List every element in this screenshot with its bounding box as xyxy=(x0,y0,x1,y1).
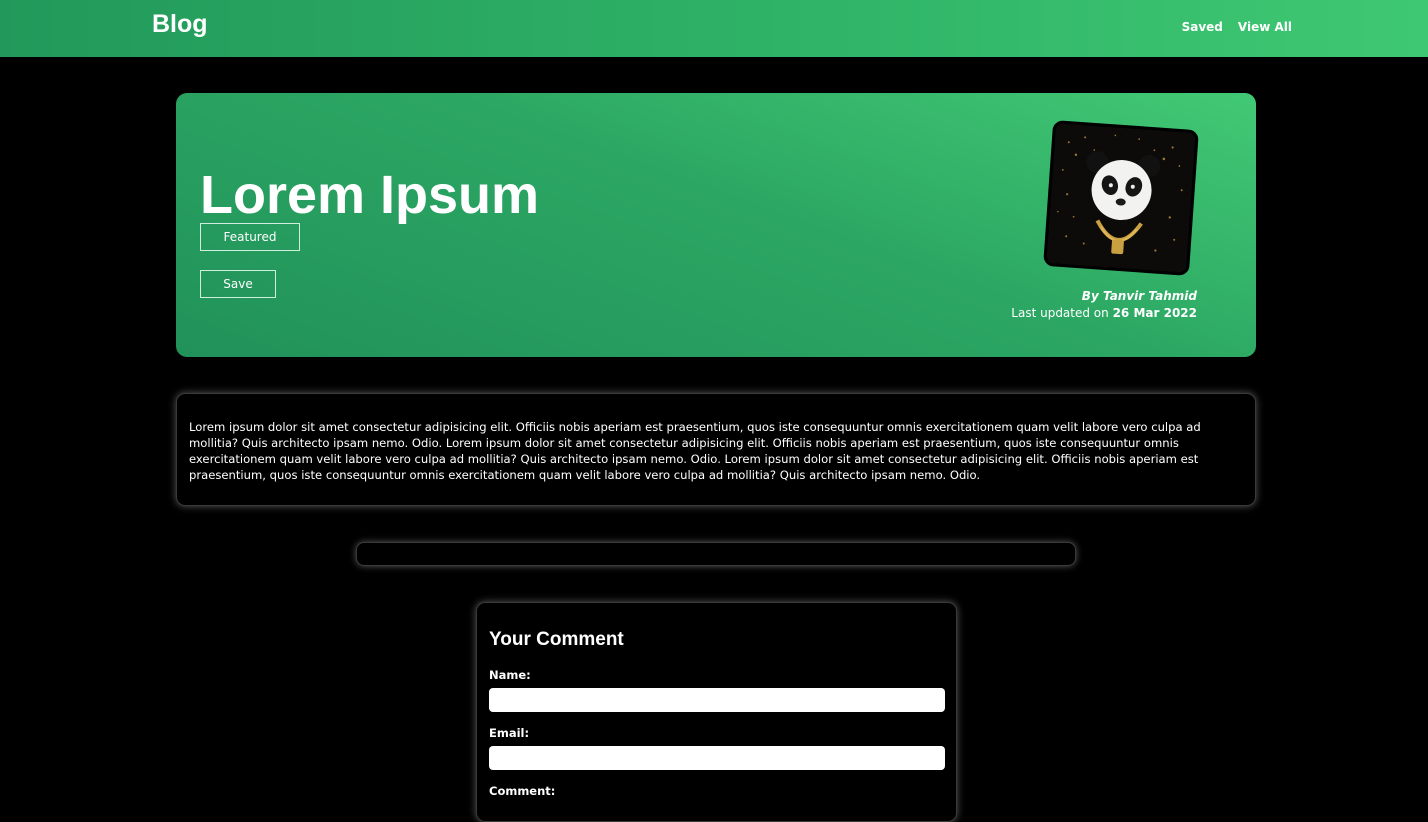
name-input[interactable] xyxy=(489,688,945,712)
last-updated-date: 26 Mar 2022 xyxy=(1112,306,1197,320)
comment-label: Comment: xyxy=(489,784,556,798)
nav-link-view-all[interactable]: View All xyxy=(1238,20,1292,34)
featured-button[interactable]: Featured xyxy=(200,223,300,251)
panda-avatar-icon xyxy=(1046,123,1196,273)
empty-comments-bar xyxy=(356,542,1076,566)
brand-logo[interactable]: Blog xyxy=(152,10,208,39)
save-button[interactable]: Save xyxy=(200,270,276,298)
post-title: Lorem Ipsum xyxy=(200,165,540,225)
nav-link-saved[interactable]: Saved xyxy=(1182,20,1223,34)
last-updated: Last updated on 26 Mar 2022 xyxy=(1011,305,1197,322)
post-body: Lorem ipsum dolor sit amet consectetur a… xyxy=(189,420,1201,482)
email-label: Email: xyxy=(489,726,530,740)
author-avatar xyxy=(1043,120,1199,276)
last-updated-prefix: Last updated on xyxy=(1011,306,1113,320)
comment-form-title: Your Comment xyxy=(489,629,624,650)
email-input[interactable] xyxy=(489,746,945,770)
author-name: By Tanvir Tahmid xyxy=(1081,289,1197,303)
top-navbar: Blog Saved View All xyxy=(0,0,1428,57)
nav-links: Saved View All xyxy=(1182,20,1292,34)
post-hero: Lorem Ipsum Featured Save By Tanvir Tahm… xyxy=(176,93,1256,357)
comment-form: Your Comment Name: Email: Comment: xyxy=(476,602,957,822)
post-content-card: Lorem ipsum dolor sit amet consectetur a… xyxy=(176,393,1256,506)
author-info: By Tanvir Tahmid Last updated on 26 Mar … xyxy=(1011,288,1197,322)
name-label: Name: xyxy=(489,668,531,682)
